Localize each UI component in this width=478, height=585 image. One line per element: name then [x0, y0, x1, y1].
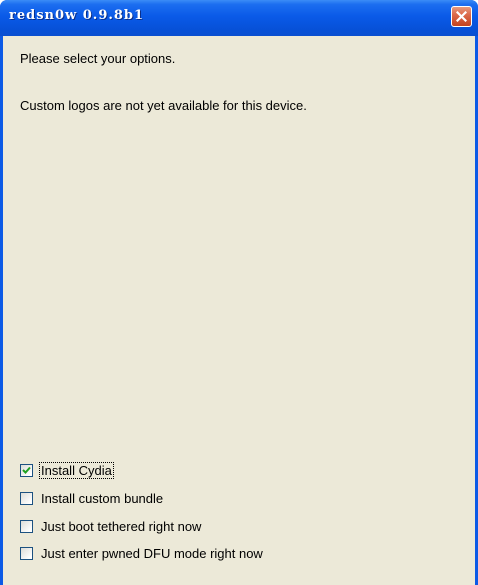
- pwned-dfu-checkbox[interactable]: [20, 546, 33, 560]
- install-custom-bundle-label[interactable]: Install custom bundle: [40, 491, 164, 506]
- checkmark-icon: [22, 466, 31, 474]
- redsn0w-window: redsn0w 0.9.8b1 Please select your optio…: [0, 0, 478, 585]
- title-bar[interactable]: redsn0w 0.9.8b1: [0, 0, 478, 36]
- boot-tethered-option[interactable]: Just boot tethered right now: [20, 518, 202, 534]
- window-title: redsn0w 0.9.8b1: [9, 8, 145, 23]
- select-options-text: Please select your options.: [20, 51, 176, 66]
- install-cydia-option[interactable]: Install Cydia: [20, 461, 114, 479]
- close-button[interactable]: [451, 6, 472, 27]
- dialog-body: Please select your options. Custom logos…: [3, 36, 475, 585]
- install-custom-bundle-checkbox[interactable]: [20, 491, 33, 505]
- logos-unavailable-text: Custom logos are not yet available for t…: [20, 98, 307, 113]
- install-custom-bundle-option[interactable]: Install custom bundle: [20, 490, 164, 506]
- pwned-dfu-label[interactable]: Just enter pwned DFU mode right now: [40, 546, 264, 561]
- install-cydia-label[interactable]: Install Cydia: [39, 461, 114, 479]
- boot-tethered-checkbox[interactable]: [20, 519, 33, 533]
- pwned-dfu-option[interactable]: Just enter pwned DFU mode right now: [20, 545, 264, 561]
- boot-tethered-label[interactable]: Just boot tethered right now: [40, 519, 202, 534]
- close-icon: [456, 11, 467, 22]
- install-cydia-checkbox[interactable]: [20, 463, 33, 477]
